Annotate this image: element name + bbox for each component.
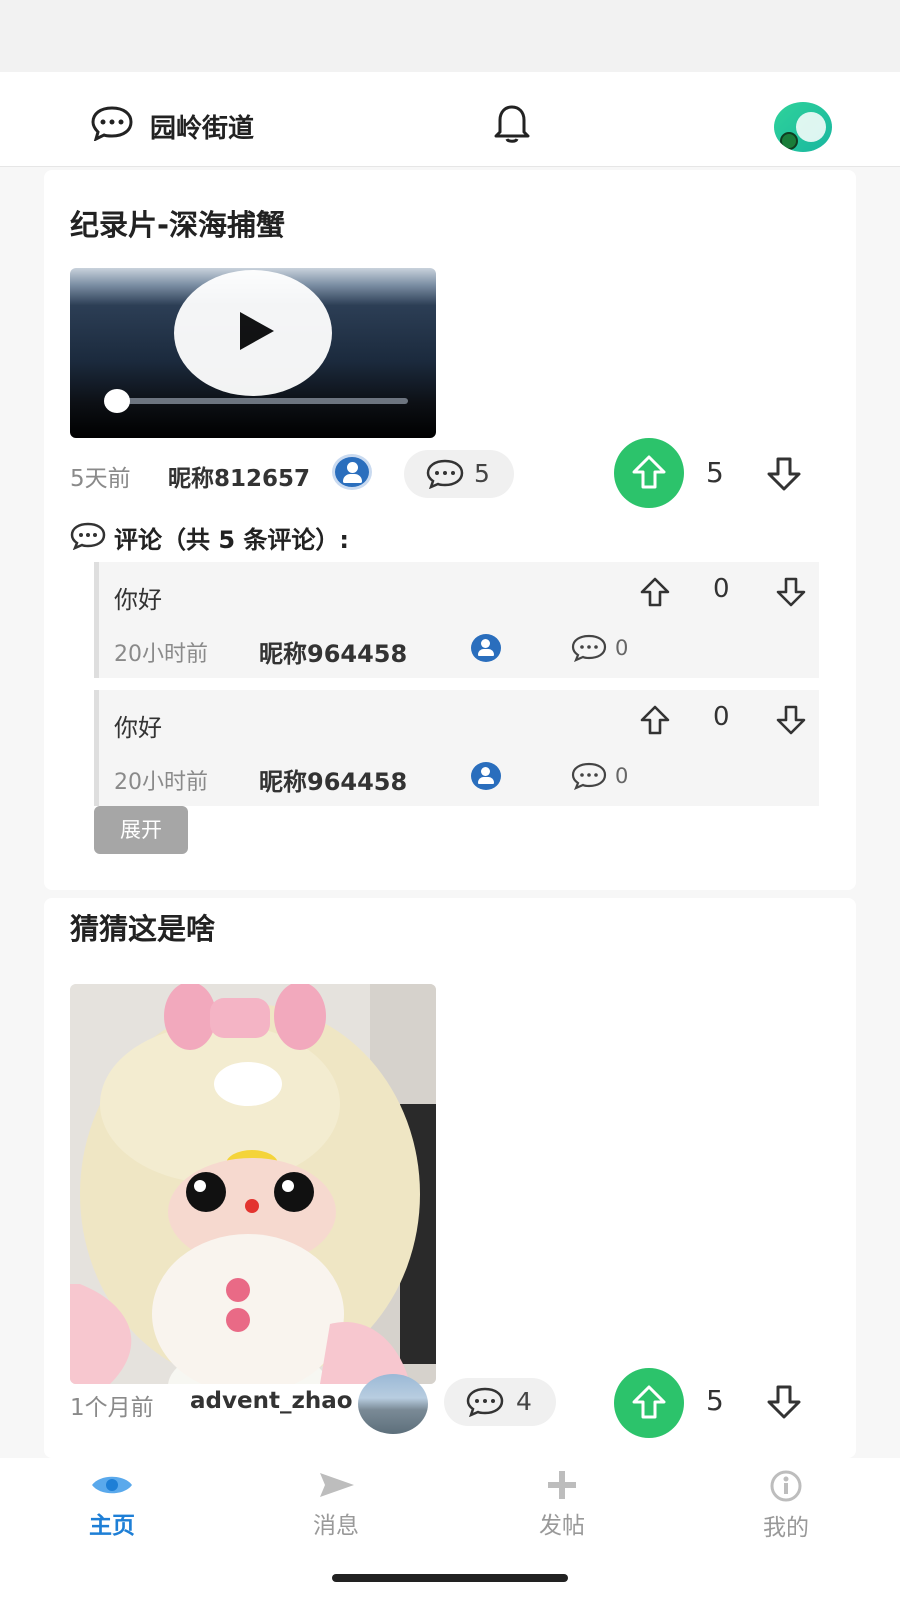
status-bar xyxy=(0,0,900,72)
nav-home[interactable]: 主页 xyxy=(52,1470,172,1550)
user-badge-icon xyxy=(471,634,501,662)
reply-icon[interactable] xyxy=(571,634,607,662)
arrow-down-icon[interactable] xyxy=(775,576,807,608)
post-image[interactable] xyxy=(70,984,436,1384)
nav-profile[interactable]: 我的 xyxy=(726,1470,846,1550)
reply-count: 0 xyxy=(615,764,629,788)
comment-item: 你好 20小时前 昵称964458 0 0 xyxy=(94,690,819,806)
vote-count: 5 xyxy=(706,1384,724,1417)
reply-icon[interactable] xyxy=(571,762,607,790)
arrow-up-icon xyxy=(632,455,666,489)
comment-time: 20小时前 xyxy=(114,770,208,795)
nav-post-label: 发帖 xyxy=(539,1513,585,1539)
comment-item: 你好 20小时前 昵称964458 0 0 xyxy=(94,562,819,678)
user-badge-icon xyxy=(332,454,372,490)
nav-messages-label: 消息 xyxy=(313,1513,359,1539)
location-title[interactable]: 园岭街道 xyxy=(150,108,254,145)
comment-count: 5 xyxy=(474,459,490,488)
post-author[interactable]: 昵称812657 xyxy=(168,459,310,493)
arrow-up-icon[interactable] xyxy=(639,704,671,736)
comments-header-label: 评论（共 5 条评论）: xyxy=(114,526,350,554)
avatar[interactable] xyxy=(774,102,832,152)
home-indicator xyxy=(332,1574,568,1582)
nav-home-label: 主页 xyxy=(89,1513,135,1539)
user-badge-icon xyxy=(471,762,501,790)
nav-post[interactable]: 发帖 xyxy=(502,1470,622,1550)
comment-time: 20小时前 xyxy=(114,642,208,667)
comment-text: 你好 xyxy=(114,714,162,742)
comment-count-button[interactable]: 4 xyxy=(444,1378,556,1426)
reply-count: 0 xyxy=(615,636,629,660)
upvote-button[interactable] xyxy=(614,1368,684,1438)
post-time: 5天前 xyxy=(70,466,131,492)
comment-icon xyxy=(466,1387,504,1417)
comment-icon xyxy=(70,522,106,550)
comment-author[interactable]: 昵称964458 xyxy=(259,634,407,669)
vote-count: 5 xyxy=(706,456,724,489)
arrow-down-icon[interactable] xyxy=(775,704,807,736)
top-bar: 园岭街道 xyxy=(0,72,900,167)
bell-icon[interactable] xyxy=(492,102,532,144)
author-avatar[interactable] xyxy=(358,1374,428,1434)
play-button[interactable] xyxy=(174,270,332,396)
chat-icon[interactable] xyxy=(90,105,134,141)
info-icon xyxy=(770,1470,802,1502)
play-icon xyxy=(240,312,274,350)
comment-author[interactable]: 昵称964458 xyxy=(259,762,407,797)
plus-icon xyxy=(548,1471,576,1499)
eye-icon xyxy=(92,1476,132,1494)
comment-icon xyxy=(426,459,464,489)
post-time: 1个月前 xyxy=(70,1395,154,1421)
arrow-up-icon[interactable] xyxy=(639,576,671,608)
video-progress-track[interactable] xyxy=(110,398,408,404)
comment-count-button[interactable]: 5 xyxy=(404,450,514,498)
expand-comments-button[interactable]: 展开 xyxy=(94,806,188,854)
send-icon xyxy=(320,1473,354,1497)
post-author[interactable]: advent_zhao xyxy=(190,1388,353,1414)
plush-doll-image xyxy=(70,984,436,1384)
upvote-button[interactable] xyxy=(614,438,684,508)
post-title[interactable]: 纪录片-深海捕蟹 xyxy=(70,202,285,244)
comment-vote-count: 0 xyxy=(713,574,730,604)
comment-count: 4 xyxy=(516,1387,532,1416)
video-progress-handle[interactable] xyxy=(104,389,130,413)
downvote-icon[interactable] xyxy=(766,456,802,492)
nav-profile-label: 我的 xyxy=(763,1515,809,1541)
comment-vote-count: 0 xyxy=(713,702,730,732)
comment-text: 你好 xyxy=(114,586,162,614)
arrow-up-icon xyxy=(632,1385,666,1419)
post-card[interactable]: 猜猜这是啥 1个月前 advent_zhao 4 5 xyxy=(44,898,856,1458)
post-title[interactable]: 猜猜这是啥 xyxy=(70,906,215,948)
nav-messages[interactable]: 消息 xyxy=(276,1470,396,1550)
post-card[interactable]: 纪录片-深海捕蟹 5天前 昵称812657 5 5 评论（共 5 条评论）: 你… xyxy=(44,170,856,890)
downvote-icon[interactable] xyxy=(766,1384,802,1420)
video-player[interactable] xyxy=(70,268,436,438)
